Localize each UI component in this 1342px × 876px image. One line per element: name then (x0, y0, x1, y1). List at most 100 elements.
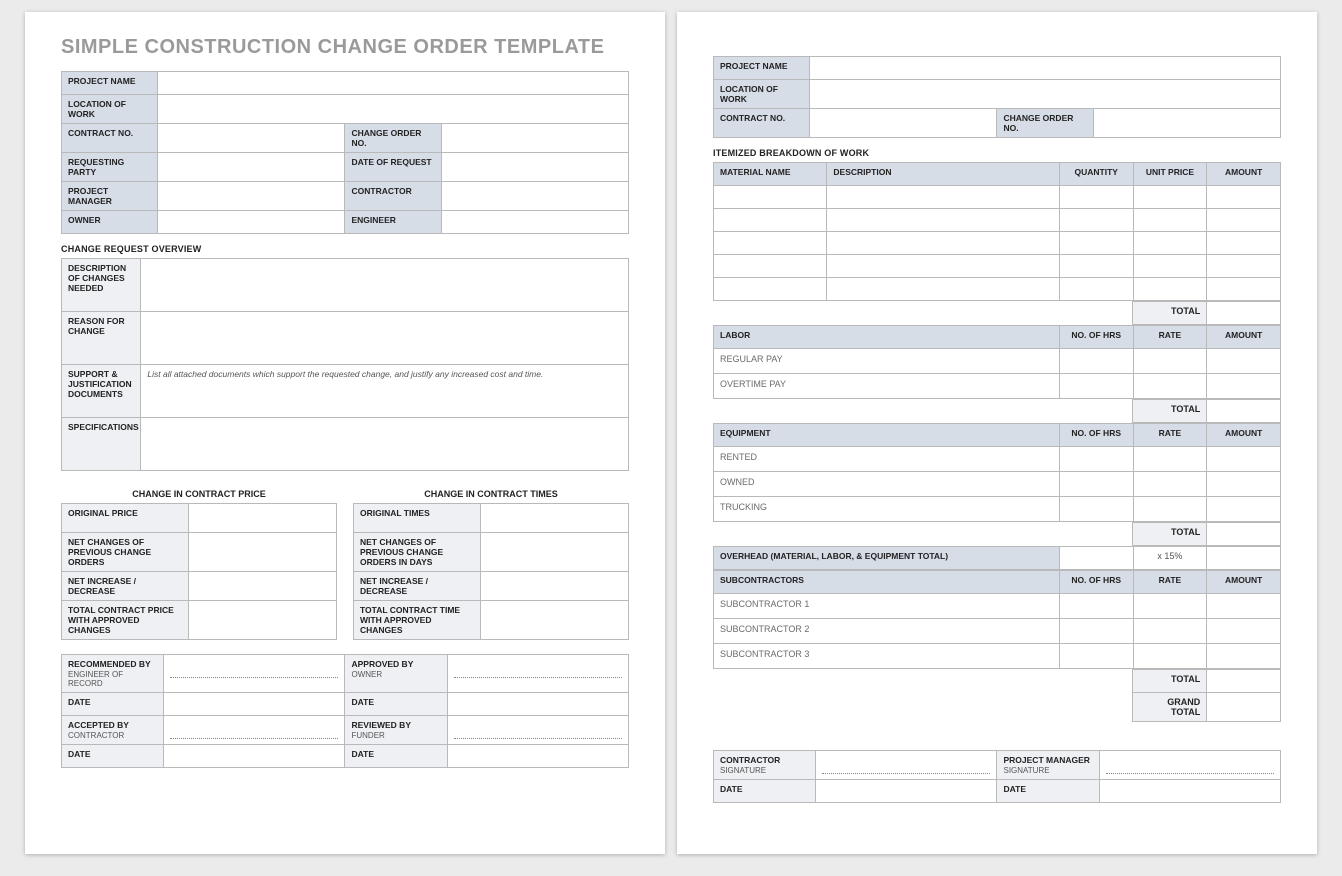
label-equipment: EQUIPMENT (714, 424, 1060, 447)
equipment-total: TOTAL (713, 522, 1281, 546)
label-total-price: TOTAL CONTRACT PRICE WITH APPROVED CHANG… (62, 601, 189, 640)
col-rate: RATE (1133, 326, 1207, 349)
field-desc-changes[interactable] (141, 259, 629, 312)
label-date-of-request: DATE OF REQUEST (345, 153, 441, 182)
subcontractors-table: SUBCONTRACTORS NO. OF HRS RATE AMOUNT SU… (713, 570, 1281, 669)
field-grand-total[interactable] (1207, 693, 1281, 722)
label-overhead: OVERHEAD (MATERIAL, LABOR, & EQUIPMENT T… (714, 547, 1060, 570)
field-original-times[interactable] (480, 504, 629, 533)
label-sig-contractor-date: DATE (714, 780, 816, 803)
labor-table: LABOR NO. OF HRS RATE AMOUNT REGULAR PAY… (713, 325, 1281, 399)
col-amount-l: AMOUNT (1207, 326, 1281, 349)
field-sig-contractor-date[interactable] (816, 780, 997, 803)
field-overhead-base[interactable] (1059, 547, 1133, 570)
field-net-incdec-times[interactable] (480, 572, 629, 601)
field-reason[interactable] (141, 312, 629, 365)
field-sig-pm-date[interactable] (1099, 780, 1280, 803)
field-contractor[interactable] (441, 182, 628, 211)
field-total-labor[interactable] (1207, 400, 1281, 423)
field-original-price[interactable] (188, 504, 337, 533)
equipment-table: EQUIPMENT NO. OF HRS RATE AMOUNT RENTED … (713, 423, 1281, 522)
field-project-name[interactable] (158, 72, 629, 95)
field-total-equipment[interactable] (1207, 523, 1281, 546)
col-desc: DESCRIPTION (827, 163, 1059, 186)
table-row[interactable]: SUBCONTRACTOR 2 (714, 619, 1281, 644)
field-owner[interactable] (158, 211, 345, 234)
field-recommended-date[interactable] (164, 693, 345, 716)
field-sig-pm[interactable] (1099, 751, 1280, 780)
field-change-order-no[interactable] (441, 124, 628, 153)
label-project-name: PROJECT NAME (62, 72, 158, 95)
label-recommended: RECOMMENDED BY ENGINEER OF RECORD (62, 655, 164, 693)
table-row[interactable]: OVERTIME PAY (714, 374, 1281, 399)
table-row[interactable] (714, 209, 1281, 232)
field-accepted-date[interactable] (164, 745, 345, 768)
table-row[interactable] (714, 278, 1281, 301)
col-rate-s: RATE (1133, 571, 1207, 594)
subcontractors-total: TOTAL GRAND TOTAL (713, 669, 1281, 722)
label-net-incdec-times: NET INCREASE / DECREASE (354, 572, 481, 601)
label-original-price: ORIGINAL PRICE (62, 504, 189, 533)
col-no-hrs-s: NO. OF HRS (1059, 571, 1133, 594)
field-recommended[interactable] (164, 655, 345, 693)
field-reviewed-date[interactable] (447, 745, 628, 768)
field-date-of-request[interactable] (441, 153, 628, 182)
field-support-docs[interactable]: List all attached documents which suppor… (141, 365, 629, 418)
col-amount-s: AMOUNT (1207, 571, 1281, 594)
field-net-prev-price[interactable] (188, 533, 337, 572)
label-engineer: ENGINEER (345, 211, 441, 234)
overhead-pct: x 15% (1133, 547, 1207, 570)
page-1: SIMPLE CONSTRUCTION CHANGE ORDER TEMPLAT… (25, 12, 665, 854)
field-net-incdec-price[interactable] (188, 572, 337, 601)
col-material: MATERIAL NAME (714, 163, 827, 186)
label-contract-no-2: CONTRACT NO. (714, 109, 810, 138)
labor-total: TOTAL (713, 399, 1281, 423)
heading-change-price: CHANGE IN CONTRACT PRICE (61, 489, 337, 499)
label-reviewed: REVIEWED BY FUNDER (345, 716, 447, 745)
field-specifications[interactable] (141, 418, 629, 471)
change-times-table: ORIGINAL TIMES NET CHANGES OF PREVIOUS C… (353, 503, 629, 640)
page-2: PROJECT NAME LOCATION OF WORK CONTRACT N… (677, 12, 1317, 854)
field-total-materials[interactable] (1207, 302, 1281, 325)
table-row[interactable]: SUBCONTRACTOR 1 (714, 594, 1281, 619)
field-engineer[interactable] (441, 211, 628, 234)
table-row[interactable]: TRUCKING (714, 497, 1281, 522)
field-approved-date[interactable] (447, 693, 628, 716)
field-approved[interactable] (447, 655, 628, 693)
field-total-sub[interactable] (1207, 670, 1281, 693)
table-row[interactable]: RENTED (714, 447, 1281, 472)
col-unit: UNIT PRICE (1133, 163, 1207, 186)
table-row[interactable]: REGULAR PAY (714, 349, 1281, 374)
table-row[interactable]: OWNED (714, 472, 1281, 497)
overhead-table: OVERHEAD (MATERIAL, LABOR, & EQUIPMENT T… (713, 546, 1281, 570)
field-change-order-no-2[interactable] (1093, 109, 1280, 138)
table-row[interactable]: SUBCONTRACTOR 3 (714, 644, 1281, 669)
label-accepted-date: DATE (62, 745, 164, 768)
label-project-name-2: PROJECT NAME (714, 57, 810, 80)
label-subcontractors: SUBCONTRACTORS (714, 571, 1060, 594)
label-contract-no: CONTRACT NO. (62, 124, 158, 153)
field-location-2[interactable] (810, 80, 1281, 109)
field-net-prev-times[interactable] (480, 533, 629, 572)
table-row[interactable] (714, 255, 1281, 278)
field-total-price[interactable] (188, 601, 337, 640)
label-labor: LABOR (714, 326, 1060, 349)
field-requesting-party[interactable] (158, 153, 345, 182)
field-sig-contractor[interactable] (816, 751, 997, 780)
table-row[interactable] (714, 186, 1281, 209)
change-price-table: ORIGINAL PRICE NET CHANGES OF PREVIOUS C… (61, 503, 337, 640)
support-hint: List all attached documents which suppor… (147, 369, 543, 379)
field-total-times[interactable] (480, 601, 629, 640)
field-overhead-amount[interactable] (1207, 547, 1281, 570)
field-project-name-2[interactable] (810, 57, 1281, 80)
field-contract-no[interactable] (158, 124, 345, 153)
table-row[interactable] (714, 232, 1281, 255)
field-accepted[interactable] (164, 716, 345, 745)
label-net-prev-times: NET CHANGES OF PREVIOUS CHANGE ORDERS IN… (354, 533, 481, 572)
field-project-manager[interactable] (158, 182, 345, 211)
label-total-sub: TOTAL (1133, 670, 1207, 693)
field-reviewed[interactable] (447, 716, 628, 745)
field-location[interactable] (158, 95, 629, 124)
label-location-2: LOCATION OF WORK (714, 80, 810, 109)
field-contract-no-2[interactable] (810, 109, 997, 138)
